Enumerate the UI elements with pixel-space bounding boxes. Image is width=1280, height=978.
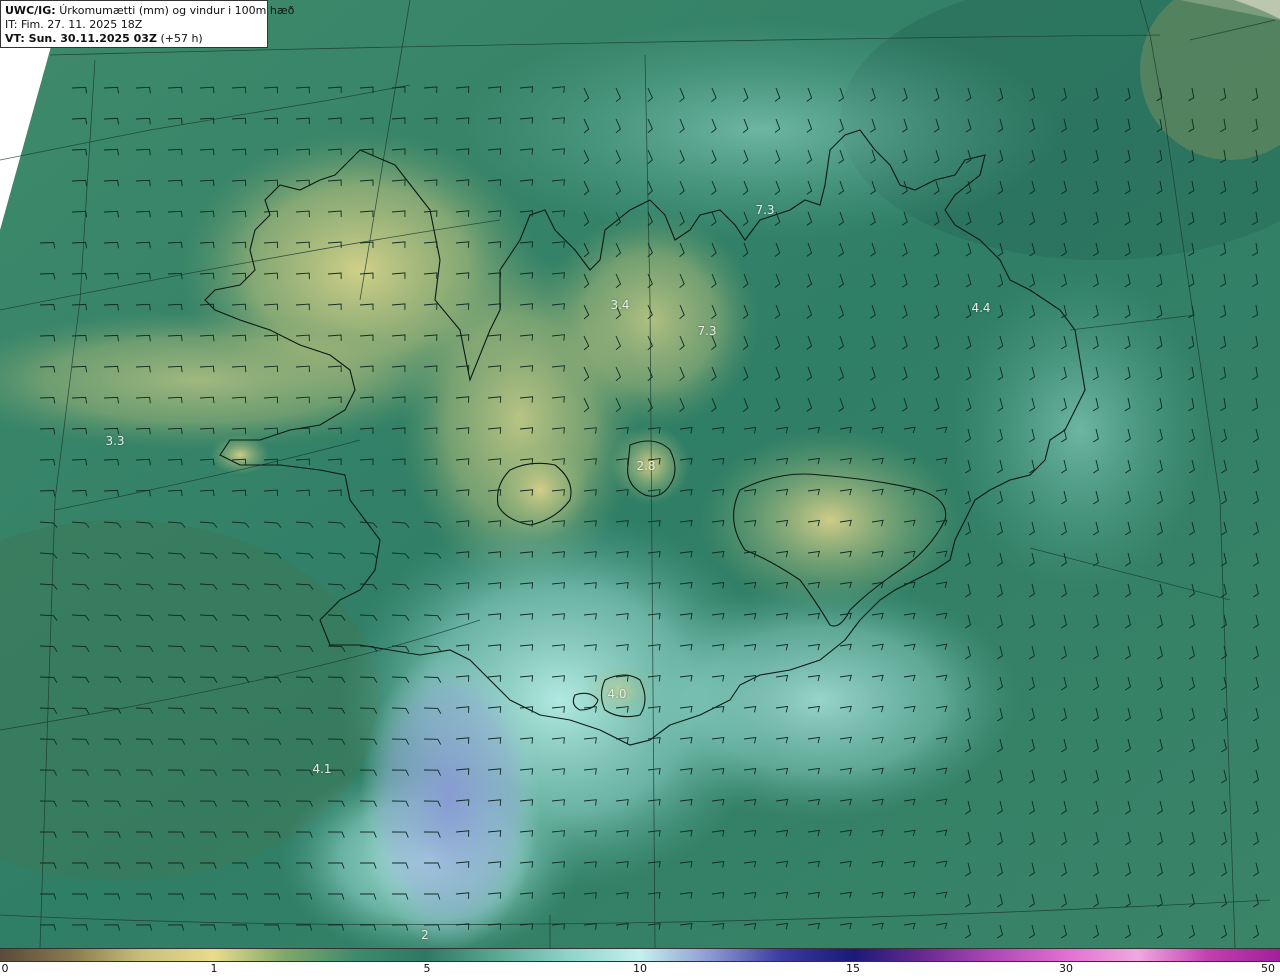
header-title-row: UWC/IG: Úrkomumætti (mm) og vindur i 100…	[5, 4, 294, 18]
field-blue-plume	[360, 650, 540, 948]
lead-time: (+57 h)	[160, 32, 203, 45]
map-value-label: 4.4	[971, 301, 991, 315]
colorbar-tick-label: 0	[1, 962, 9, 975]
header-info-box: UWC/IG: Úrkomumætti (mm) og vindur i 100…	[0, 0, 294, 48]
field-yellow-snaefellsnes	[210, 435, 270, 475]
map-value-label: 2.8	[636, 459, 656, 473]
map-value-label: 7.3	[697, 324, 717, 338]
colorbar-tick-label: 5	[423, 962, 431, 975]
colorbar	[0, 948, 1280, 962]
init-time: IT: Fim. 27. 11. 2025 18Z	[5, 18, 143, 31]
colorbar-tick-label: 30	[1059, 962, 1073, 975]
map-value-label: 4.0	[607, 687, 627, 701]
map-value-label: 2	[421, 928, 429, 942]
colorbar-tick-label: 50	[1261, 962, 1275, 975]
field-title: Úrkomumætti (mm) og vindur i 100m hæð	[59, 4, 295, 17]
colorbar-tick-label: 1	[210, 962, 218, 975]
model-label: UWC/IG:	[5, 4, 56, 17]
colorbar-tick-label: 10	[633, 962, 647, 975]
weather-map	[0, 0, 1280, 948]
field-cyan-plume-southeast	[620, 580, 1020, 820]
colorbar-tick-label: 15	[846, 962, 860, 975]
map-value-label: 3.4	[610, 298, 630, 312]
map-value-label: 3.3	[105, 434, 125, 448]
valid-time-row: VT: Sun. 30.11.2025 03Z (+57 h)	[5, 32, 263, 46]
map-value-label: 7.3	[755, 203, 775, 217]
map-value-label: 4.1	[312, 762, 332, 776]
valid-time: VT: Sun. 30.11.2025 03Z	[5, 32, 157, 45]
